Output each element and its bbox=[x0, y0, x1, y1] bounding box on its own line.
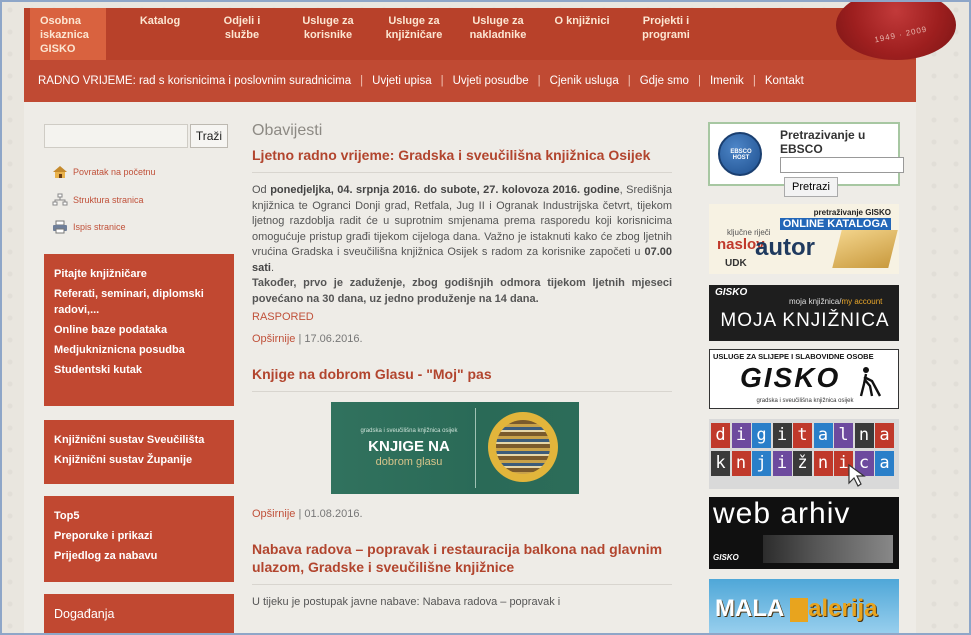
digitalna-letter-0-6: l bbox=[834, 423, 853, 448]
print-link[interactable]: Ispis stranice bbox=[52, 220, 126, 234]
gallery-g-icon bbox=[790, 597, 809, 622]
site-search-input[interactable] bbox=[44, 124, 188, 148]
blind-person-icon bbox=[858, 366, 882, 397]
digitalna-letter-1-1: n bbox=[731, 451, 751, 476]
digitalna-letter-1-8: a bbox=[875, 451, 894, 476]
sidebar-box-recommendations: Top5 Preporuke i prikazi Prijedlog za na… bbox=[44, 496, 234, 582]
home-link-label: Povratak na početnu bbox=[73, 167, 156, 177]
subnav-radno-vrijeme[interactable]: RADNO VRIJEME: rad s korisnicima i poslo… bbox=[38, 75, 351, 87]
printer-icon bbox=[52, 220, 68, 234]
article-2-meta: Opširnije | 01.08.2016. bbox=[252, 508, 363, 520]
ebsco-title: Pretrazivanje u EBSCO bbox=[780, 128, 866, 156]
sidebar-item-preporuke[interactable]: Preporuke i prikazi bbox=[54, 528, 224, 544]
article-2-date: 01.08.2016. bbox=[304, 508, 363, 520]
article-3-body: U tijeku je postupak javne nabave: Nabav… bbox=[252, 596, 561, 608]
seal-years: 1949 · 2009 bbox=[873, 24, 929, 45]
banner-big-text: KNJIGE NA bbox=[368, 438, 450, 455]
sidebar-item-medjuknjiznicna[interactable]: Medjukniznicna posudba bbox=[54, 342, 224, 358]
digitalna-letter-0-7: n bbox=[854, 423, 874, 448]
subnav-kontakt[interactable]: Kontakt bbox=[765, 75, 804, 87]
ebsco-search-button[interactable]: Pretrazi bbox=[784, 177, 838, 197]
article-1-body: Od ponedjeljka, 04. srpnja 2016. do subo… bbox=[252, 184, 672, 274]
subnav-uvjeti-upisa[interactable]: Uvjeti upisa bbox=[372, 75, 431, 87]
mala-galerija-banner[interactable]: MALA alerija bbox=[709, 579, 899, 635]
article-1-body-2: Također, prvo je zaduženje, zbog godišnj… bbox=[252, 277, 672, 305]
digitalna-letter-1-2: j bbox=[752, 451, 771, 476]
digitalna-letter-0-2: g bbox=[752, 423, 771, 448]
ebsco-search-input[interactable] bbox=[780, 157, 904, 173]
digitalna-letter-1-4: ž bbox=[793, 451, 812, 476]
nav-osobna-iskaznica[interactable]: Osobna iskaznica GISKO bbox=[30, 8, 106, 60]
sidebar-box-services: Pitajte knjižničare Referati, seminari, … bbox=[44, 254, 234, 406]
sitemap-icon bbox=[52, 193, 68, 207]
section-title: Obavijesti bbox=[252, 122, 323, 139]
article-3-title[interactable]: Nabava radova – popravak i restauracija … bbox=[252, 540, 672, 576]
web-arhiv-banner[interactable]: web arhiv GISKO bbox=[709, 497, 899, 569]
digitalna-knjiznica-banner[interactable]: digitalnaknjižnica bbox=[709, 419, 899, 489]
online-katalog-banner[interactable]: pretraživanje GISKO ONLINE KATALOGA klju… bbox=[709, 204, 899, 274]
home-link[interactable]: Povratak na početnu bbox=[52, 165, 156, 179]
moja-knjiznica-banner[interactable]: GISKO moja knjižnica/my account MOJA KNJ… bbox=[709, 285, 899, 341]
nav-o-knjiznici[interactable]: O knjižnici bbox=[544, 14, 620, 28]
sitemap-link-label: Struktura stranica bbox=[73, 195, 144, 205]
sidebar-item-top5[interactable]: Top5 bbox=[54, 508, 224, 524]
banner-sub-text: dobrom glasu bbox=[375, 456, 443, 468]
print-link-label: Ispis stranice bbox=[73, 222, 126, 232]
book-stack-circle-icon bbox=[488, 412, 558, 482]
subnav-cjenik-usluga[interactable]: Cjenik usluga bbox=[550, 75, 619, 87]
banner-small-text: gradska i sveučilišna knjižnica osijek bbox=[360, 428, 458, 434]
article-1-meta: Opširnije | 17.06.2016. bbox=[252, 333, 363, 345]
sidebar-item-referati[interactable]: Referati, seminari, diplomski radovi,... bbox=[54, 286, 224, 318]
sidebar-box-events: Događanja bbox=[44, 594, 234, 635]
article-2-banner-image[interactable]: gradska i sveučilišna knjižnica osijek K… bbox=[331, 402, 579, 494]
sidebar-box-systems: Knjižnični sustav Sveučilišta Knjižnični… bbox=[44, 420, 234, 484]
article-1-title[interactable]: Ljetno radno vrijeme: Gradska i sveučili… bbox=[252, 146, 672, 164]
article-2-title[interactable]: Knjige na dobrom Glasu - "Moj" pas bbox=[252, 365, 672, 383]
subnav-imenik[interactable]: Imenik bbox=[710, 75, 744, 87]
slijepe-osobe-banner[interactable]: USLUGE ZA SLIJEPE I SLABOVIDNE OSOBE GIS… bbox=[709, 349, 899, 409]
digitalna-letter-0-8: a bbox=[875, 423, 894, 448]
secondary-navigation: RADNO VRIJEME: rad s korisnicima i poslo… bbox=[24, 60, 916, 102]
article-1-more-link[interactable]: Opširnije bbox=[252, 333, 295, 345]
sidebar-item-dogadanja[interactable]: Događanja bbox=[54, 606, 224, 622]
nav-usluge-korisnike[interactable]: Usluge za korisnike bbox=[292, 14, 364, 42]
digitalna-letter-0-1: i bbox=[731, 423, 751, 448]
sidebar-item-pitajte[interactable]: Pitajte knjižničare bbox=[54, 266, 224, 282]
cursor-icon bbox=[847, 463, 867, 489]
ebsco-logo: EBSCO HOST bbox=[718, 132, 762, 176]
nav-projekti[interactable]: Projekti i programi bbox=[630, 14, 702, 42]
open-book-icon bbox=[832, 230, 898, 268]
subnav-uvjeti-posudbe[interactable]: Uvjeti posudbe bbox=[453, 75, 529, 87]
digitalna-letter-0-0: d bbox=[711, 423, 730, 448]
nav-katalog[interactable]: Katalog bbox=[130, 14, 190, 28]
digitalna-letter-1-5: n bbox=[813, 451, 833, 476]
article-1-raspored-link[interactable]: RASPORED bbox=[252, 311, 314, 323]
main-navigation: Osobna iskaznica GISKO Katalog Odjeli i … bbox=[24, 8, 916, 60]
site-search-button[interactable]: Traži bbox=[190, 124, 228, 148]
ebsco-search-widget: EBSCO HOST Pretrazivanje u EBSCO Pretraz… bbox=[708, 122, 904, 197]
digitalna-letter-0-5: a bbox=[813, 423, 833, 448]
sitemap-link[interactable]: Struktura stranica bbox=[52, 193, 144, 207]
sidebar-item-studentski-kutak[interactable]: Studentski kutak bbox=[54, 362, 224, 378]
article-1-date: 17.06.2016. bbox=[304, 333, 363, 345]
digitalna-letter-0-3: i bbox=[772, 423, 792, 448]
sidebar-item-sustav-zupanije[interactable]: Knjižnični sustav Županije bbox=[54, 452, 224, 468]
home-icon bbox=[52, 165, 68, 179]
digitalna-letter-0-4: t bbox=[793, 423, 812, 448]
news-column: Obavijesti Ljetno radno vrijeme: Gradska… bbox=[252, 120, 672, 611]
sidebar-item-sustav-sveucilista[interactable]: Knjižnični sustav Sveučilišta bbox=[54, 432, 224, 448]
nav-odjeli[interactable]: Odjeli i službe bbox=[212, 14, 272, 42]
subnav-gdje-smo[interactable]: Gdje smo bbox=[640, 75, 689, 87]
digitalna-letter-1-0: k bbox=[711, 451, 730, 476]
digitalna-letter-1-3: i bbox=[772, 451, 792, 476]
nav-usluge-nakladnike[interactable]: Usluge za nakladnike bbox=[460, 14, 536, 42]
sidebar-item-online-baze[interactable]: Online baze podataka bbox=[54, 322, 224, 338]
article-2-more-link[interactable]: Opširnije bbox=[252, 508, 295, 520]
sidebar-item-prijedlog[interactable]: Prijedlog za nabavu bbox=[54, 548, 224, 564]
nav-usluge-knjiznicare[interactable]: Usluge za knjižničare bbox=[376, 14, 452, 42]
